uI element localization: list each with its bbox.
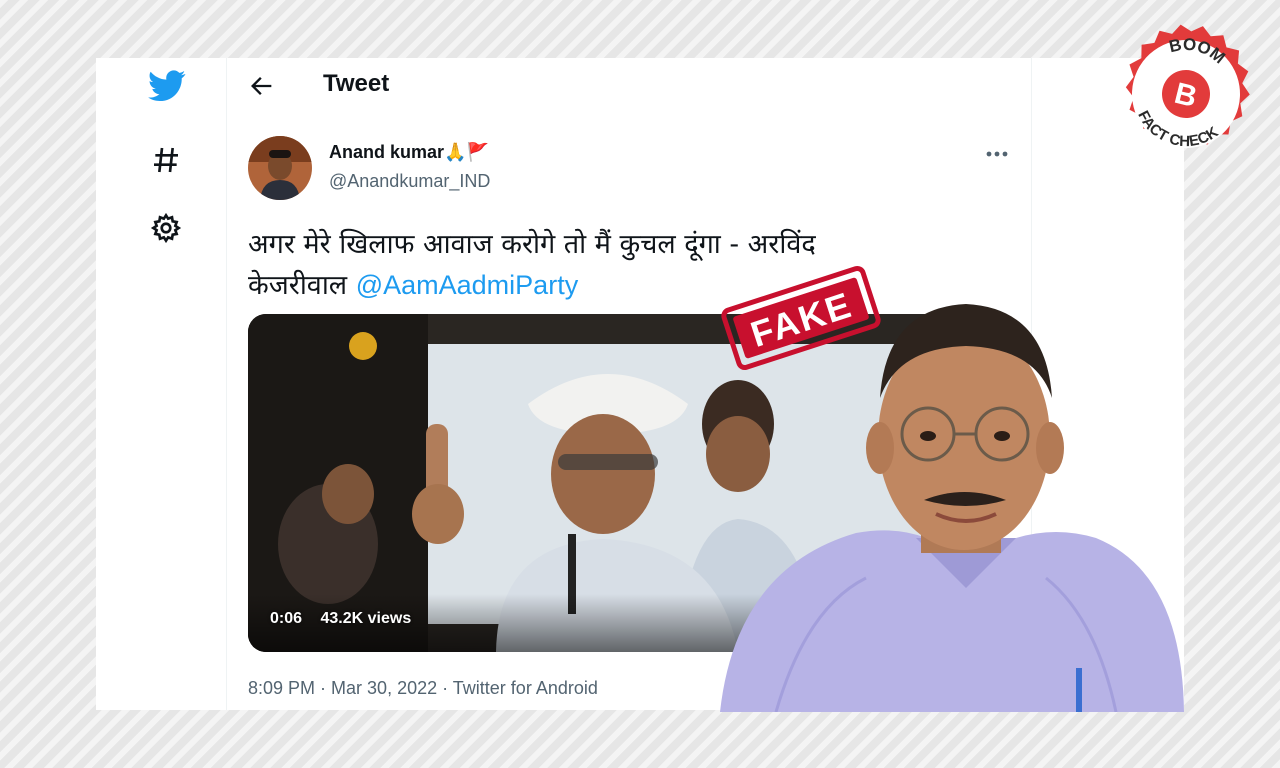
mention-link[interactable]: @AamAadmiParty [356, 270, 578, 300]
video-duration: 0:06 [270, 610, 303, 627]
name-emojis: 🙏🚩 [444, 142, 489, 162]
user-handle[interactable]: @Anandkumar_IND [329, 171, 490, 192]
separator-2: · [437, 678, 453, 698]
fake-stamp-text: FAKE [746, 284, 858, 355]
video-views: 43.2K views [320, 610, 412, 627]
tweet-text-line2: केजरीवाल [248, 270, 348, 301]
twitter-bird-icon[interactable] [148, 70, 186, 102]
fake-stamp: FAKE [721, 265, 881, 371]
back-arrow-icon[interactable] [248, 72, 276, 100]
hashtag-icon[interactable] [150, 144, 182, 176]
separator-1: · [315, 678, 332, 698]
tweet-date[interactable]: Mar 30, 2022 [331, 678, 437, 698]
tweet-text-line1: अगर मेरे खिलाफ आवाज करोगे तो मैं कुचल दू… [248, 229, 816, 260]
tweet-timestamp: 8:09 PM · Mar 30, 2022 · Twitter for And… [248, 678, 598, 699]
settings-gear-icon[interactable] [150, 212, 182, 244]
video-meta: 0:06 43.2K views [270, 610, 425, 628]
avatar[interactable] [248, 136, 312, 200]
display-name[interactable]: Anand kumar🙏🚩 [329, 142, 489, 163]
more-options-icon[interactable] [984, 144, 1010, 164]
tweet-source[interactable]: Twitter for Android [453, 678, 598, 698]
tweet-time[interactable]: 8:09 PM [248, 678, 315, 698]
page-title: Tweet [323, 70, 390, 97]
left-sidebar [96, 58, 227, 710]
display-name-text: Anand kumar [329, 142, 445, 162]
boom-fact-check-badge: B BOOM FACT CHECK [1125, 24, 1250, 159]
